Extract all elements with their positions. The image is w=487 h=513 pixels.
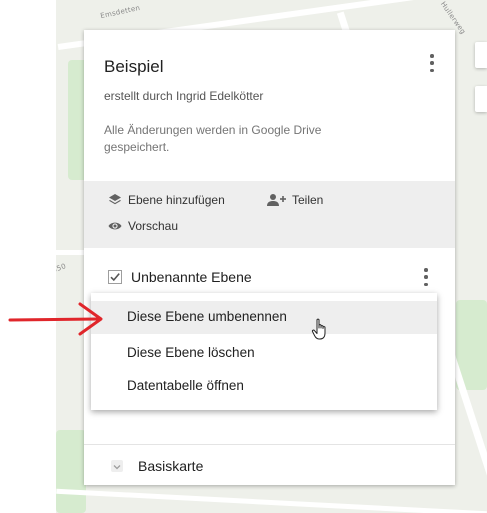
- menu-item-label: Diese Ebene löschen: [127, 345, 255, 360]
- menu-item-rename-layer[interactable]: Diese Ebene umbenennen: [91, 301, 437, 334]
- map-label: L550: [56, 262, 68, 276]
- share-button[interactable]: Teilen: [266, 193, 323, 207]
- more-vert-icon[interactable]: [424, 268, 428, 286]
- red-arrow-icon: [8, 302, 103, 336]
- more-vert-icon[interactable]: [430, 54, 434, 72]
- map-control[interactable]: [475, 42, 487, 68]
- layers-icon: [109, 194, 121, 205]
- checkbox-icon[interactable]: [108, 270, 122, 284]
- menu-item-open-data-table[interactable]: Datentabelle öffnen: [91, 370, 437, 403]
- add-layer-label: Ebene hinzufügen: [128, 193, 225, 207]
- basemap-label[interactable]: Basiskarte: [138, 458, 203, 474]
- layer-row[interactable]: Unbenannte Ebene: [84, 262, 455, 292]
- map-title[interactable]: Beispiel: [104, 57, 164, 77]
- hand-cursor-icon: [311, 318, 326, 340]
- preview-button[interactable]: Vorschau: [108, 219, 178, 233]
- preview-label: Vorschau: [128, 219, 179, 233]
- menu-item-label: Datentabelle öffnen: [127, 378, 244, 393]
- chevron-down-icon[interactable]: [111, 460, 123, 472]
- menu-item-delete-layer[interactable]: Diese Ebene löschen: [91, 337, 437, 370]
- basemap-row[interactable]: Basiskarte: [84, 444, 455, 485]
- action-bar: Ebene hinzufügen Teilen Vorschau: [84, 181, 455, 248]
- map-park: [56, 430, 86, 513]
- layer-name[interactable]: Unbenannte Ebene: [131, 269, 252, 285]
- eye-icon: [108, 222, 122, 230]
- person-add-icon: [267, 194, 286, 206]
- drive-save-note: Alle Änderungen werden in Google Drive g…: [104, 123, 322, 154]
- map-author: erstellt durch Ingrid Edelkötter: [104, 89, 264, 103]
- map-road: [56, 488, 487, 513]
- map-control[interactable]: [475, 86, 487, 112]
- map-panel: Beispiel erstellt durch Ingrid Edelkötte…: [84, 30, 455, 485]
- menu-item-label: Diese Ebene umbenennen: [127, 309, 287, 324]
- add-layer-button[interactable]: Ebene hinzufügen: [108, 193, 225, 207]
- map-label: Emsdetten: [99, 3, 141, 21]
- layer-context-menu: Diese Ebene umbenennen Diese Ebene lösch…: [91, 293, 437, 410]
- share-label: Teilen: [292, 193, 324, 207]
